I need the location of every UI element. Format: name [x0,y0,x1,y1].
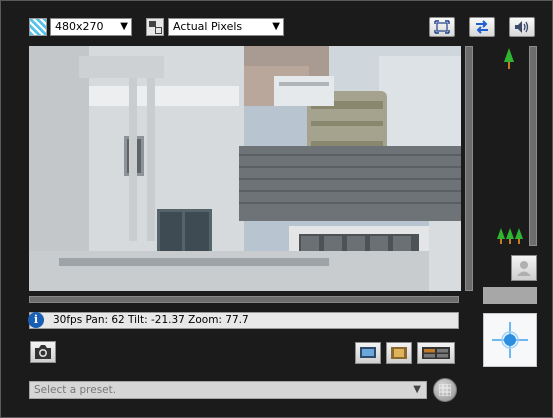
info-icon: i [28,312,44,328]
monitor-icon [360,347,376,358]
layout-single-button[interactable] [355,342,381,364]
grid-icon [439,384,451,396]
chevron-down-icon: ▼ [413,384,421,395]
chevron-down-icon: ▼ [272,21,280,32]
display-size-select[interactable]: Actual Pixels ▼ [168,18,284,36]
zoom-tele-icon [503,48,515,74]
swap-icon [476,20,488,34]
panel-icon [391,347,407,359]
speaker-button[interactable] [509,17,535,37]
display-size-icon [146,18,164,36]
preset-select[interactable]: Select a preset. ▼ [29,381,427,399]
multi-view-icon [422,347,450,359]
fullscreen-button[interactable] [429,17,455,37]
display-size-value: Actual Pixels [173,20,243,33]
camera-viewer: 480x270 ▼ Actual Pixels ▼ 30fps Pan: 62 … [0,0,553,418]
chevron-down-icon: ▼ [120,21,128,32]
capture-size-select[interactable]: 480x270 ▼ [50,18,132,36]
status-text: 30fps Pan: 62 Tilt: -21.37 Zoom: 77.7 [29,312,459,329]
snapshot-button[interactable] [30,341,56,363]
layout-panel-button[interactable] [386,342,412,364]
camera-video[interactable] [29,46,461,291]
preset-go-button[interactable] [433,378,457,402]
capture-size-icon [29,18,47,36]
capture-size-value: 480x270 [55,20,104,33]
speaker-icon [515,21,529,33]
pan-slider[interactable] [29,296,459,303]
swap-button[interactable] [469,17,495,37]
control-status-bar [483,287,537,304]
zoom-wide-icon [497,228,523,248]
layout-multi-button[interactable] [417,342,455,364]
fullscreen-icon [434,20,450,34]
crosshair-icon [492,322,528,358]
zoom-slider[interactable] [529,46,537,246]
person-icon [517,261,531,276]
camera-image [29,46,461,291]
camera-icon [35,345,51,359]
pan-tilt-pad[interactable] [483,313,537,367]
control-privilege-button[interactable] [511,255,537,281]
preset-placeholder: Select a preset. [34,384,117,396]
tilt-slider[interactable] [465,46,473,291]
